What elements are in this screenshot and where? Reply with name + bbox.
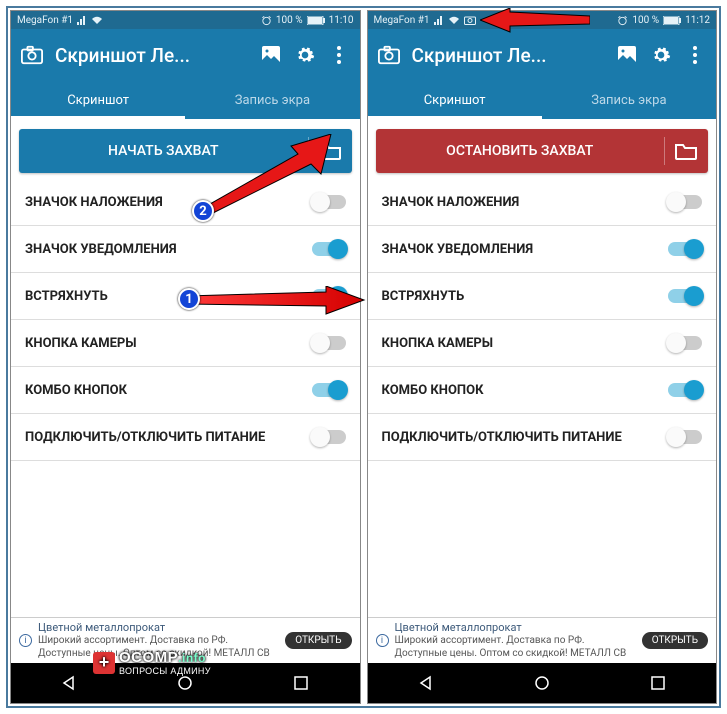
battery-label: 100 % <box>632 15 659 26</box>
ad-info-icon[interactable]: i <box>376 634 389 647</box>
gallery-icon[interactable] <box>616 44 638 66</box>
switch[interactable] <box>312 242 346 256</box>
annotation-badge-1: 1 <box>178 288 200 310</box>
alarm-icon <box>617 15 628 26</box>
alarm-icon <box>261 15 272 26</box>
switch[interactable] <box>668 242 702 256</box>
battery-icon <box>307 16 325 25</box>
switch[interactable] <box>312 430 346 444</box>
row-shake[interactable]: ВСТРЯХНУТЬ <box>368 273 717 320</box>
clock-label: 11:12 <box>685 15 710 26</box>
row-combo-buttons[interactable]: КОМБО КНОПОК <box>368 367 717 414</box>
ad-title: Цветной металлопрокат <box>38 621 279 635</box>
app-logo-icon <box>21 44 43 66</box>
switch[interactable] <box>668 383 702 397</box>
camera-indicator-icon <box>464 15 476 25</box>
ad-info-icon[interactable]: i <box>19 634 32 647</box>
ad-title: Цветной металлопрокат <box>395 621 636 635</box>
status-bar: MegaFon #1 100 % 11:10 <box>11 11 360 29</box>
ad-banner[interactable]: i Цветной металлопрокат Широкий ассортим… <box>368 617 717 663</box>
annotation-arrow-1 <box>186 286 366 316</box>
overflow-icon[interactable] <box>328 44 350 66</box>
gear-icon[interactable] <box>294 44 316 66</box>
app-title: Скриншот Ле... <box>412 44 605 67</box>
android-nav-bar <box>368 663 717 703</box>
battery-label: 100 % <box>276 15 303 26</box>
nav-recent-icon[interactable] <box>293 675 309 691</box>
ad-body: Широкий ассортимент. Доставка по РФ. Дос… <box>395 635 636 660</box>
tabs: Скриншот Запись экра <box>11 81 360 119</box>
app-logo-icon <box>378 44 400 66</box>
overflow-icon[interactable] <box>684 44 706 66</box>
app-bar: Скриншот Ле... <box>11 29 360 81</box>
clock-label: 11:10 <box>329 15 354 26</box>
nav-back-icon[interactable] <box>418 675 434 691</box>
settings-list: ЗНАЧОК НАЛОЖЕНИЯ ЗНАЧОК УВЕДОМЛЕНИЯ ВСТР… <box>368 179 717 617</box>
stop-capture-button[interactable]: ОСТАНОВИТЬ ЗАХВАТ <box>376 129 709 173</box>
nav-back-icon[interactable] <box>61 675 77 691</box>
ad-cta-button[interactable]: ОТКРЫТЬ <box>285 632 351 649</box>
wifi-icon <box>448 15 460 25</box>
tab-record[interactable]: Запись экра <box>542 81 716 119</box>
switch[interactable] <box>668 336 702 350</box>
row-notification-icon[interactable]: ЗНАЧОК УВЕДОМЛЕНИЯ <box>11 226 360 273</box>
folder-icon[interactable] <box>664 129 708 173</box>
row-combo-buttons[interactable]: КОМБО КНОПОК <box>11 367 360 414</box>
gear-icon[interactable] <box>650 44 672 66</box>
battery-icon <box>663 16 681 25</box>
carrier-label: MegaFon #1 <box>374 15 430 26</box>
wifi-icon <box>91 15 103 25</box>
watermark-plus-icon: + <box>93 652 115 674</box>
switch[interactable] <box>668 195 702 209</box>
signal-icon <box>77 15 87 25</box>
signal-icon <box>434 15 444 25</box>
app-bar: Скриншот Ле... <box>368 29 717 81</box>
phone-right: MegaFon #1 100 % 11:12 Скриншот Ле... <box>367 10 718 704</box>
nav-recent-icon[interactable] <box>650 675 666 691</box>
row-power-toggle[interactable]: ПОДКЛЮЧИТЬ/ОТКЛЮЧИТЬ ПИТАНИЕ <box>368 414 717 461</box>
tab-record[interactable]: Запись экра <box>185 81 359 119</box>
switch[interactable] <box>312 336 346 350</box>
gallery-icon[interactable] <box>260 44 282 66</box>
tab-screenshot[interactable]: Скриншот <box>11 81 185 119</box>
switch[interactable] <box>668 430 702 444</box>
row-overlay-icon[interactable]: ЗНАЧОК НАЛОЖЕНИЯ <box>368 179 717 226</box>
annotation-arrow-2 <box>203 134 333 214</box>
ad-cta-button[interactable]: ОТКРЫТЬ <box>642 632 708 649</box>
watermark: + OCOMP.info ВОПРОСЫ АДМИНУ <box>93 649 211 676</box>
row-camera-button[interactable]: КНОПКА КАМЕРЫ <box>368 320 717 367</box>
tabs: Скриншот Запись экра <box>368 81 717 119</box>
stop-capture-label: ОСТАНОВИТЬ ЗАХВАТ <box>376 143 665 159</box>
nav-home-icon[interactable] <box>534 675 550 691</box>
row-camera-button[interactable]: КНОПКА КАМЕРЫ <box>11 320 360 367</box>
annotation-badge-2: 2 <box>192 200 214 222</box>
phone-left: MegaFon #1 100 % 11:10 Скриншот Ле... <box>10 10 361 704</box>
annotation-arrow-status <box>480 8 590 34</box>
switch[interactable] <box>312 383 346 397</box>
switch[interactable] <box>668 289 702 303</box>
nav-home-icon[interactable] <box>177 675 193 691</box>
settings-list: ЗНАЧОК НАЛОЖЕНИЯ ЗНАЧОК УВЕДОМЛЕНИЯ ВСТР… <box>11 179 360 617</box>
app-title: Скриншот Ле... <box>55 44 248 67</box>
carrier-label: MegaFon #1 <box>17 15 73 26</box>
row-power-toggle[interactable]: ПОДКЛЮЧИТЬ/ОТКЛЮЧИТЬ ПИТАНИЕ <box>11 414 360 461</box>
tab-screenshot[interactable]: Скриншот <box>368 81 542 119</box>
row-notification-icon[interactable]: ЗНАЧОК УВЕДОМЛЕНИЯ <box>368 226 717 273</box>
